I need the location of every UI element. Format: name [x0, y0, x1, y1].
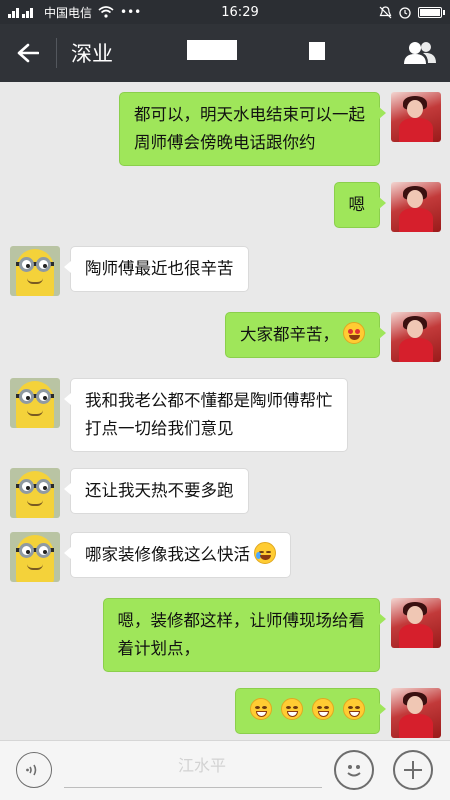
- heart-eyes-emoji-icon: [343, 322, 365, 344]
- wifi-icon: [98, 6, 114, 18]
- watermark-text: 江水平: [178, 756, 227, 775]
- my-avatar[interactable]: [391, 598, 441, 648]
- voice-input-button[interactable]: [16, 752, 52, 788]
- smiley-icon: [347, 765, 361, 777]
- grin-emoji-icon: [250, 698, 272, 720]
- alarm-icon: [399, 7, 411, 19]
- message-input[interactable]: [64, 787, 322, 788]
- message-bubble[interactable]: [235, 688, 386, 734]
- my-avatar[interactable]: [391, 688, 441, 738]
- laughing-tears-emoji-icon: [254, 542, 276, 564]
- grin-emoji-icon: [281, 698, 303, 720]
- message-bubble[interactable]: 嗯，装修都这样，让师傅现场给看 着计划点，: [102, 598, 386, 672]
- emoji-button[interactable]: [334, 750, 374, 790]
- message-bubble[interactable]: 大家都辛苦，: [225, 312, 386, 358]
- contacts-icon: [404, 42, 436, 64]
- redaction-block: [187, 40, 237, 60]
- battery-icon: [418, 6, 445, 18]
- redaction-block: [309, 42, 325, 60]
- my-avatar[interactable]: [391, 92, 441, 142]
- back-button[interactable]: [0, 24, 56, 82]
- chat-area[interactable]: 都可以，明天水电结束可以一起 周师傅会傍晚电话跟你约 嗯 陶师傅最近也很辛苦 大…: [0, 82, 450, 740]
- more-actions-button[interactable]: [393, 750, 433, 790]
- voice-icon: [26, 764, 37, 776]
- message-bubble[interactable]: 陶师傅最近也很辛苦: [64, 246, 249, 292]
- contact-avatar[interactable]: [10, 378, 60, 428]
- my-avatar[interactable]: [391, 312, 441, 362]
- chat-title: 深业: [71, 42, 113, 66]
- back-arrow-icon: [17, 43, 39, 63]
- more-dots-icon: •••: [120, 5, 142, 19]
- input-bar: 江水平: [0, 740, 450, 800]
- my-avatar[interactable]: [391, 182, 441, 232]
- chat-header: 深业: [0, 24, 450, 82]
- message-bubble[interactable]: 我和我老公都不懂都是陶师傅帮忙 打点一切给我们意见: [64, 378, 348, 452]
- grin-emoji-icon: [343, 698, 365, 720]
- plus-icon: [404, 761, 422, 779]
- status-time: 16:29: [221, 4, 259, 20]
- message-bubble[interactable]: 还让我天热不要多跑: [64, 468, 249, 514]
- contact-avatar[interactable]: [10, 468, 60, 518]
- header-divider: [56, 38, 57, 68]
- signal-icon: [8, 8, 33, 18]
- carrier-label: 中国电信: [44, 5, 93, 20]
- grin-emoji-icon: [312, 698, 334, 720]
- contact-avatar[interactable]: [10, 532, 60, 582]
- notification-bell-icon: [379, 5, 392, 18]
- chat-info-button[interactable]: [390, 24, 450, 82]
- message-bubble[interactable]: 都可以，明天水电结束可以一起 周师傅会傍晚电话跟你约: [119, 92, 386, 166]
- message-bubble[interactable]: 哪家装修像我这么快活: [64, 532, 291, 578]
- contact-avatar[interactable]: [10, 246, 60, 296]
- message-bubble[interactable]: 嗯: [333, 182, 386, 228]
- status-bar: 中国电信 ••• 16:29: [0, 0, 450, 24]
